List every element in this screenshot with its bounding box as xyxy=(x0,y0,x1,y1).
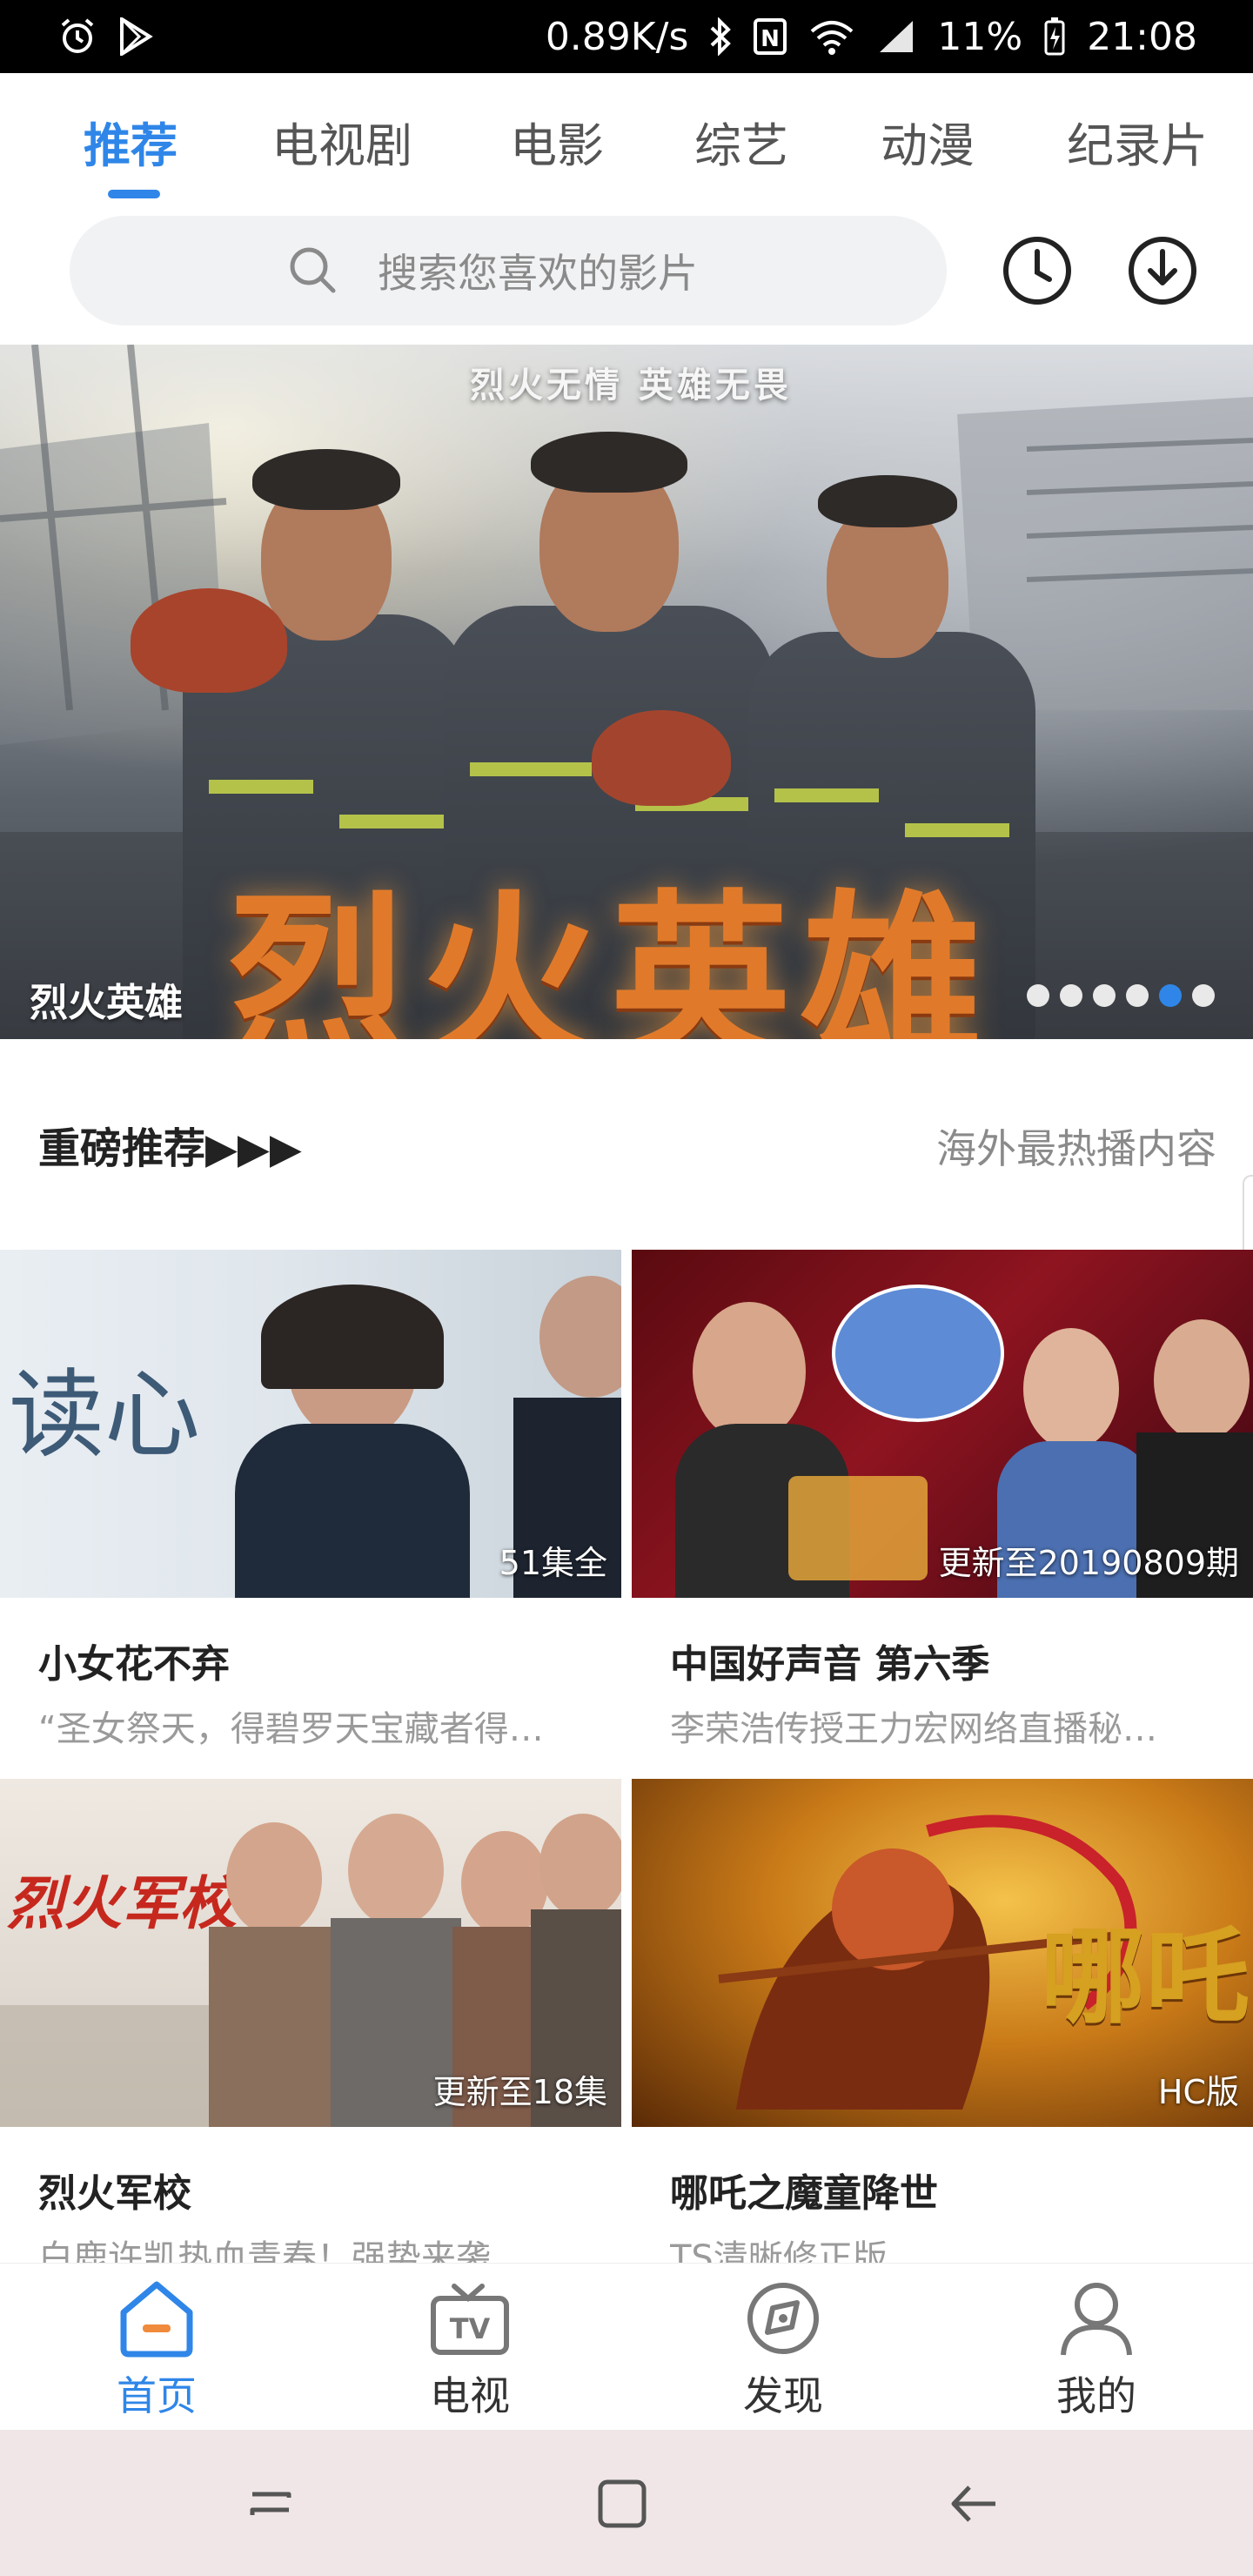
carousel-dot xyxy=(1060,984,1082,1007)
active-tab-indicator xyxy=(108,190,160,198)
character-figure xyxy=(226,1822,322,1935)
recents-icon xyxy=(250,2492,291,2515)
play-store-icon xyxy=(118,17,153,56)
video-thumbnail: 读心 51集全 xyxy=(0,1250,621,1598)
nfc-icon: N xyxy=(753,17,787,56)
tab-tv-series[interactable]: 电视剧 xyxy=(271,111,412,181)
wifi-icon xyxy=(808,17,855,56)
nav-label: 电视 xyxy=(430,2372,510,2419)
banner-slogan: 烈火无情 英雄无畏 xyxy=(470,366,792,406)
search-placeholder: 搜索您喜欢的影片 xyxy=(378,250,698,297)
carousel-dot-active xyxy=(1159,984,1182,1007)
category-tabs: 推荐 电视剧 电影 综艺 动漫 纪录片 xyxy=(0,73,1253,204)
judge-figure xyxy=(1154,1319,1250,1441)
tab-movies[interactable]: 电影 xyxy=(510,111,604,181)
tab-anime[interactable]: 动漫 xyxy=(881,111,975,181)
tab-recommend[interactable]: 推荐 xyxy=(84,111,178,198)
carousel-dot xyxy=(1027,984,1049,1007)
nav-discover[interactable]: 发现 xyxy=(696,2264,870,2431)
nav-label: 首页 xyxy=(117,2372,197,2419)
bluetooth-icon xyxy=(709,17,732,56)
search-icon xyxy=(287,245,339,300)
video-thumbnail: 哪吒 HC版 xyxy=(632,1779,1253,2127)
carousel-indicator xyxy=(1027,984,1215,1007)
svg-text:N: N xyxy=(761,26,781,52)
video-card[interactable]: 更新至20190809期 中国好声音 第六季 李荣浩传授王力宏网络直播秘… xyxy=(632,1250,1253,1751)
network-speed: 0.89K/s xyxy=(545,14,689,59)
video-card[interactable]: 读心 51集全 小女花不弃 “圣女祭天，得碧罗天宝藏者得… xyxy=(0,1250,621,1751)
video-thumbnail: 烈火军校 更新至18集 xyxy=(0,1779,621,2127)
nav-home[interactable]: 首页 xyxy=(70,2264,244,2431)
character-outfit xyxy=(209,1927,339,2127)
battery-percent: 11% xyxy=(937,14,1023,59)
history-button[interactable] xyxy=(1001,234,1074,307)
character-figure xyxy=(348,1814,444,1927)
card-description: “圣女祭天，得碧罗天宝藏者得… xyxy=(38,1709,544,1749)
status-right: 0.89K/s N 11% 21:08 xyxy=(546,15,1197,59)
home-system-button[interactable] xyxy=(592,2473,653,2534)
thumbnail-title-art: 读心 xyxy=(9,1359,200,1471)
section-subtitle: 海外最热播内容 xyxy=(936,1125,1216,1172)
banner-caption: 烈火英雄 xyxy=(30,981,183,1025)
bottom-navigation: 首页 TV 电视 发现 我的 xyxy=(0,2263,1253,2431)
card-title: 中国好声音 第六季 xyxy=(670,1642,990,1687)
carousel-dot xyxy=(1192,984,1215,1007)
battery-icon xyxy=(1043,17,1066,57)
status-left-icons xyxy=(57,17,153,57)
judge-figure xyxy=(1023,1328,1119,1450)
actress-suit xyxy=(235,1424,470,1598)
actress-hair xyxy=(261,1285,444,1389)
nav-profile[interactable]: 我的 xyxy=(1009,2264,1183,2431)
building-art xyxy=(0,2005,244,2127)
card-description: 李荣浩传授王力宏网络直播秘… xyxy=(670,1709,1157,1749)
thumbnail-title-art: 烈火军校 xyxy=(7,1870,237,1937)
quality-badge: HC版 xyxy=(1157,2073,1239,2111)
home-icon xyxy=(117,2276,197,2361)
compass-icon xyxy=(743,2276,823,2361)
episode-badge: 更新至20190809期 xyxy=(938,1544,1239,1582)
tab-documentary[interactable]: 纪录片 xyxy=(1067,111,1208,181)
download-button[interactable] xyxy=(1126,234,1199,307)
episode-badge: 51集全 xyxy=(499,1544,607,1582)
character-figure xyxy=(539,1814,621,1918)
thumbnail-title-art: 哪吒 xyxy=(1041,1915,1250,2038)
tab-variety[interactable]: 综艺 xyxy=(694,111,788,181)
clock-time: 21:08 xyxy=(1087,14,1197,59)
carousel-dot xyxy=(1093,984,1116,1007)
system-navigation-bar xyxy=(0,2430,1253,2576)
carousel-dot xyxy=(1126,984,1149,1007)
video-card[interactable]: 烈火军校 更新至18集 烈火军校 白鹿许凯热血青春！强势来袭 xyxy=(0,1779,621,2280)
alarm-icon xyxy=(57,17,97,57)
nav-tv[interactable]: TV 电视 xyxy=(383,2264,557,2431)
video-card[interactable]: 哪吒 HC版 哪吒之魔童降世 TS清晰修正版 xyxy=(632,1779,1253,2280)
nav-label: 我的 xyxy=(1056,2372,1136,2419)
banner-artwork-title: 烈火英雄 xyxy=(226,872,993,1039)
square-home-icon xyxy=(598,2479,647,2528)
card-title: 哪吒之魔童降世 xyxy=(670,2171,938,2216)
tab-label: 推荐 xyxy=(84,118,178,173)
actor-figure xyxy=(539,1276,621,1398)
user-icon xyxy=(1056,2276,1136,2361)
card-title: 烈火军校 xyxy=(38,2171,191,2216)
svg-text:TV: TV xyxy=(450,2312,491,2345)
red-helmet-prop xyxy=(131,588,287,693)
card-title: 小女花不弃 xyxy=(38,1642,230,1687)
search-input[interactable]: 搜索您喜欢的影片 xyxy=(70,216,947,325)
video-thumbnail: 更新至20190809期 xyxy=(632,1250,1253,1598)
singer-bubble xyxy=(832,1285,1004,1422)
back-icon xyxy=(951,2485,995,2522)
download-icon xyxy=(1129,237,1196,305)
tv-icon: TV xyxy=(428,2276,512,2361)
back-button[interactable] xyxy=(943,2473,1004,2534)
episode-badge: 更新至18集 xyxy=(432,2073,607,2111)
hero-banner[interactable]: 烈火无情 英雄无畏 烈火英雄 烈火英雄 xyxy=(0,345,1253,1039)
judge-figure xyxy=(693,1302,806,1441)
recents-button[interactable] xyxy=(240,2473,301,2534)
show-logo xyxy=(788,1476,928,1580)
signal-icon xyxy=(876,17,916,56)
section-title: 重磅推荐▶▶▶ xyxy=(38,1124,302,1173)
clock-icon xyxy=(1003,237,1071,305)
nav-label: 发现 xyxy=(743,2372,823,2419)
status-bar: 0.89K/s N 11% 21:08 xyxy=(0,0,1253,73)
